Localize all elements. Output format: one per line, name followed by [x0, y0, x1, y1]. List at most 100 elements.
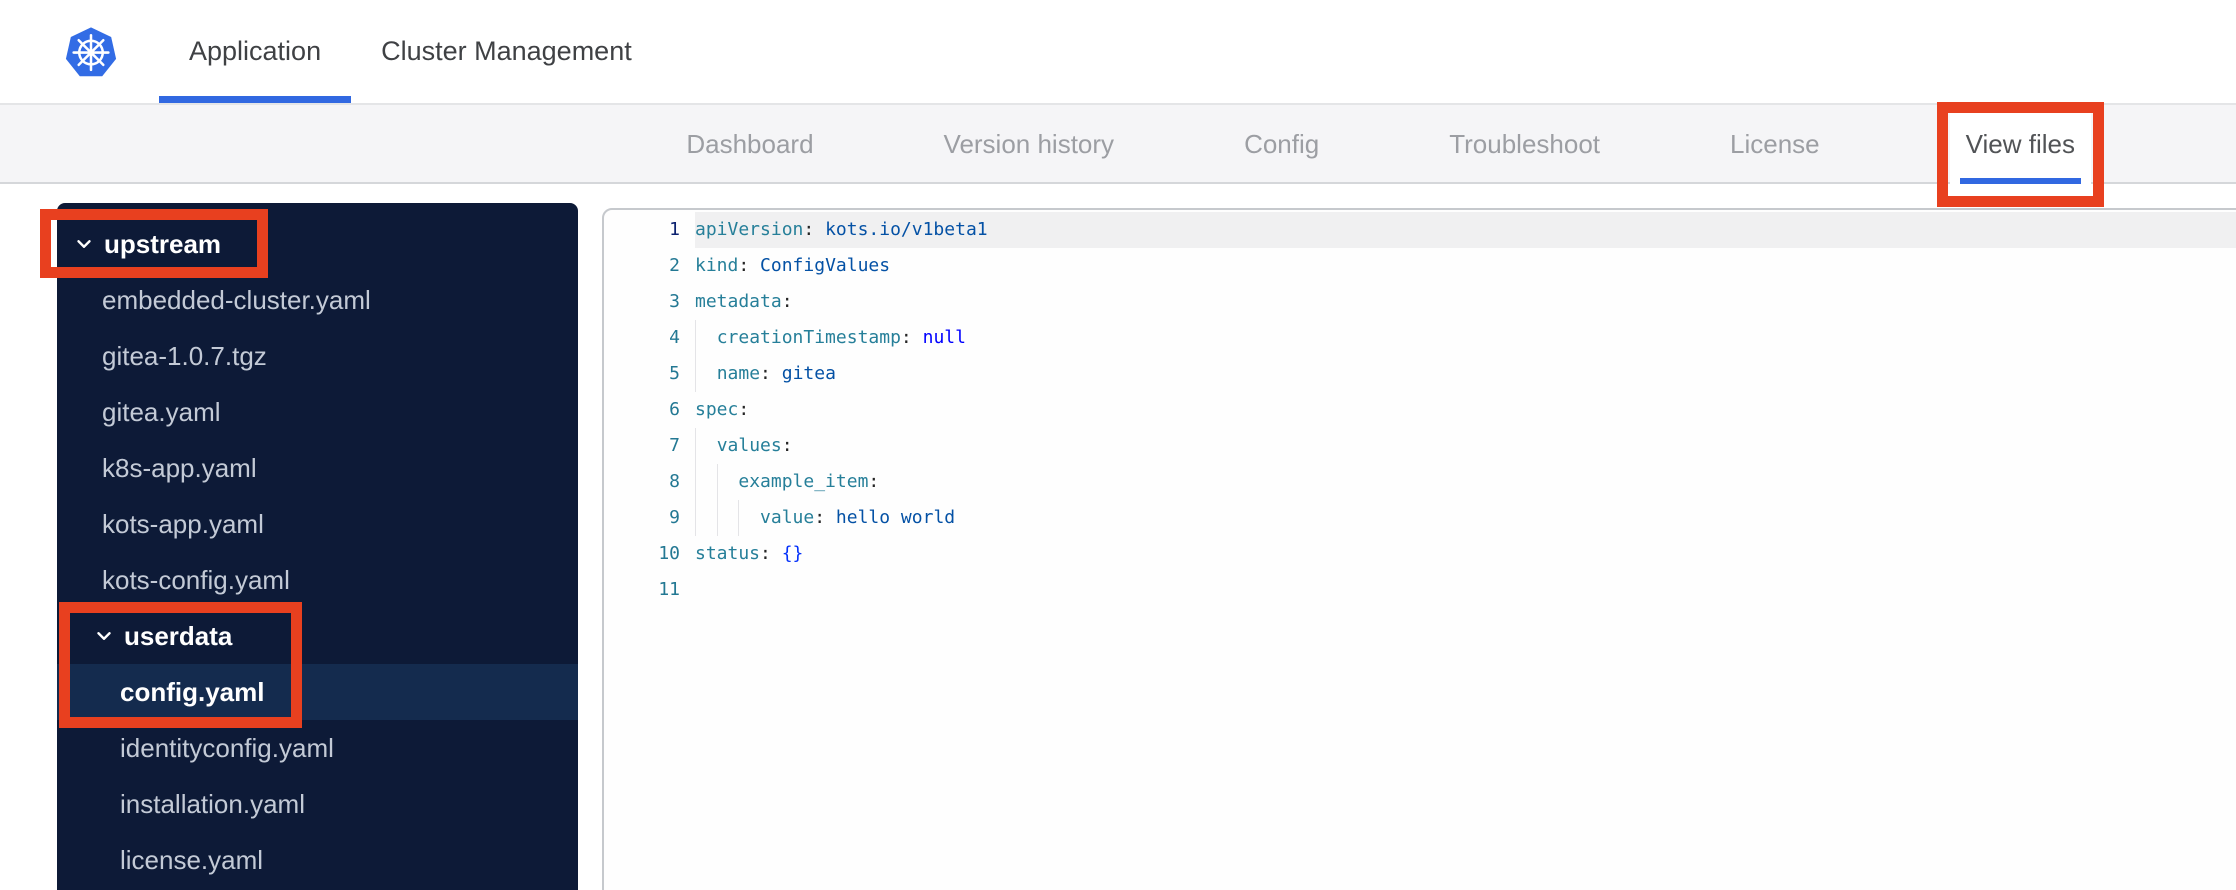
kubernetes-icon — [65, 26, 117, 76]
tree-item-label: embedded-cluster.yaml — [102, 284, 371, 315]
tree-item-label: config.yaml — [120, 676, 265, 707]
code-line-7: 7 values: — [604, 428, 2236, 464]
code-text: metadata: — [695, 284, 2236, 320]
code-line-4: 4 creationTimestamp: null — [604, 320, 2236, 356]
code-text: value: hello world — [695, 500, 2236, 536]
code-content: 1 apiVersion: kots.io/v1beta1 2 kind: Confi… — [604, 212, 2236, 608]
nav-item-license[interactable]: License — [1730, 105, 1820, 184]
tab-application[interactable]: Application — [159, 0, 352, 103]
code-line-8: 8 example_item: — [604, 464, 2236, 500]
tree-item-label: kots-config.yaml — [102, 564, 290, 595]
code-line-10: 10 status: {} — [604, 536, 2236, 572]
tree-item-label: license.yaml — [120, 844, 264, 875]
token-punc: : — [738, 399, 750, 420]
indent-guide — [695, 428, 696, 464]
line-number: 3 — [669, 291, 680, 312]
line-number: 1 — [669, 219, 680, 240]
tree-file-kots-config-yaml[interactable]: kots-config.yaml — [57, 552, 578, 608]
nav-item-label: Version history — [943, 129, 1115, 159]
tree-folder-upstream[interactable]: upstream — [40, 209, 578, 278]
token-key: apiVersion — [695, 219, 804, 240]
token-key: spec — [695, 399, 739, 420]
nav-item-label: Dashboard — [686, 129, 814, 159]
token-str: hello world — [835, 507, 956, 528]
code-line-5: 5 name: gitea — [604, 356, 2236, 392]
tab-label: Cluster Management — [381, 36, 632, 66]
line-number: 6 — [669, 399, 680, 420]
token-punc: : — [781, 291, 793, 312]
app-nav: Dashboard Version history Config Troublesho… — [0, 102, 2236, 207]
nav-item-troubleshoot[interactable]: Troubleshoot — [1449, 105, 1600, 184]
indent-guide — [695, 320, 696, 356]
code-text: creationTimestamp: null — [695, 320, 2236, 356]
token-str: gitea — [781, 363, 836, 384]
nav-item-version-history[interactable]: Version history — [944, 105, 1115, 184]
token-kw: null — [922, 327, 966, 348]
tree-file-k8s-app-yaml[interactable]: k8s-app.yaml — [57, 440, 578, 496]
token-punc: : — [868, 471, 880, 492]
tree-file-embedded-cluster-yaml[interactable]: embedded-cluster.yaml — [57, 272, 578, 328]
nav-item-view-files[interactable]: View files — [1936, 102, 2104, 207]
code-line-6: 6 spec: — [604, 392, 2236, 428]
code-text: status: {} — [695, 536, 2236, 572]
line-number: 7 — [669, 435, 680, 456]
tree-file-identityconfig-yaml[interactable]: identityconfig.yaml — [57, 720, 578, 776]
token-punc: : — [781, 435, 793, 456]
tree-folder-userdata[interactable]: userdata — [57, 602, 578, 728]
indent-guide — [716, 464, 718, 500]
nav-item-label: Config — [1244, 129, 1320, 159]
token-punc: : — [900, 327, 912, 348]
token-punc: : — [814, 507, 826, 528]
token-punc: : — [760, 543, 771, 564]
active-tab-underline — [159, 96, 352, 103]
line-number: 4 — [669, 327, 680, 348]
line-number: 8 — [669, 471, 680, 492]
tab-cluster-management[interactable]: Cluster Management — [351, 0, 662, 103]
code-text: name: gitea — [695, 356, 2236, 392]
top-navbar: Application Cluster Management — [0, 0, 2236, 105]
tree-file-gitea-yaml[interactable]: gitea.yaml — [57, 384, 578, 440]
tree-file-gitea-1-0-7-tgz[interactable]: gitea-1.0.7.tgz — [57, 328, 578, 384]
tree-file-config-yaml[interactable]: config.yaml — [57, 664, 578, 720]
code-text: spec: — [695, 392, 2236, 428]
tab-label: Application — [189, 36, 322, 66]
tree-file-installation-yaml[interactable]: installation.yaml — [57, 776, 578, 832]
file-tree: upstream embedded-cluster.yaml gitea-1.0.7… — [40, 203, 578, 890]
code-line-2: 2 kind: ConfigValues — [604, 248, 2236, 284]
code-text: apiVersion: kots.io/v1beta1 — [695, 212, 2236, 248]
nav-item-dashboard[interactable]: Dashboard — [686, 105, 813, 184]
token-punc: : — [738, 255, 750, 276]
tree-file-kots-app-yaml[interactable]: kots-app.yaml — [57, 496, 578, 552]
nav-item-label: License — [1730, 129, 1820, 159]
code-text: example_item: — [695, 464, 2236, 500]
line-number: 10 — [658, 543, 680, 564]
token-key: kind — [695, 255, 739, 276]
nav-item-config[interactable]: Config — [1244, 105, 1319, 184]
line-number: 5 — [669, 363, 680, 384]
tree-item-label: installation.yaml — [120, 788, 305, 819]
tree-item-label: gitea-1.0.7.tgz — [102, 340, 267, 371]
indent-guide — [695, 500, 696, 536]
code-editor[interactable]: 1 apiVersion: kots.io/v1beta1 2 kind: Confi… — [602, 208, 2236, 890]
token-key: creationTimestamp — [716, 327, 901, 348]
token-punc: : — [760, 363, 771, 384]
nav-item-label: Troubleshoot — [1449, 129, 1601, 159]
code-line-9: 9 value: hello world — [604, 500, 2236, 536]
chevron-down-icon — [73, 233, 95, 255]
token-str: kots.io/v1beta1 — [825, 219, 988, 240]
indent-guide — [695, 356, 696, 392]
tree-file-license-yaml[interactable]: license.yaml — [57, 832, 578, 888]
token-bracket: {} — [781, 543, 804, 564]
top-tabs: Application Cluster Management — [159, 0, 662, 103]
token-str: ConfigValues — [760, 255, 891, 276]
